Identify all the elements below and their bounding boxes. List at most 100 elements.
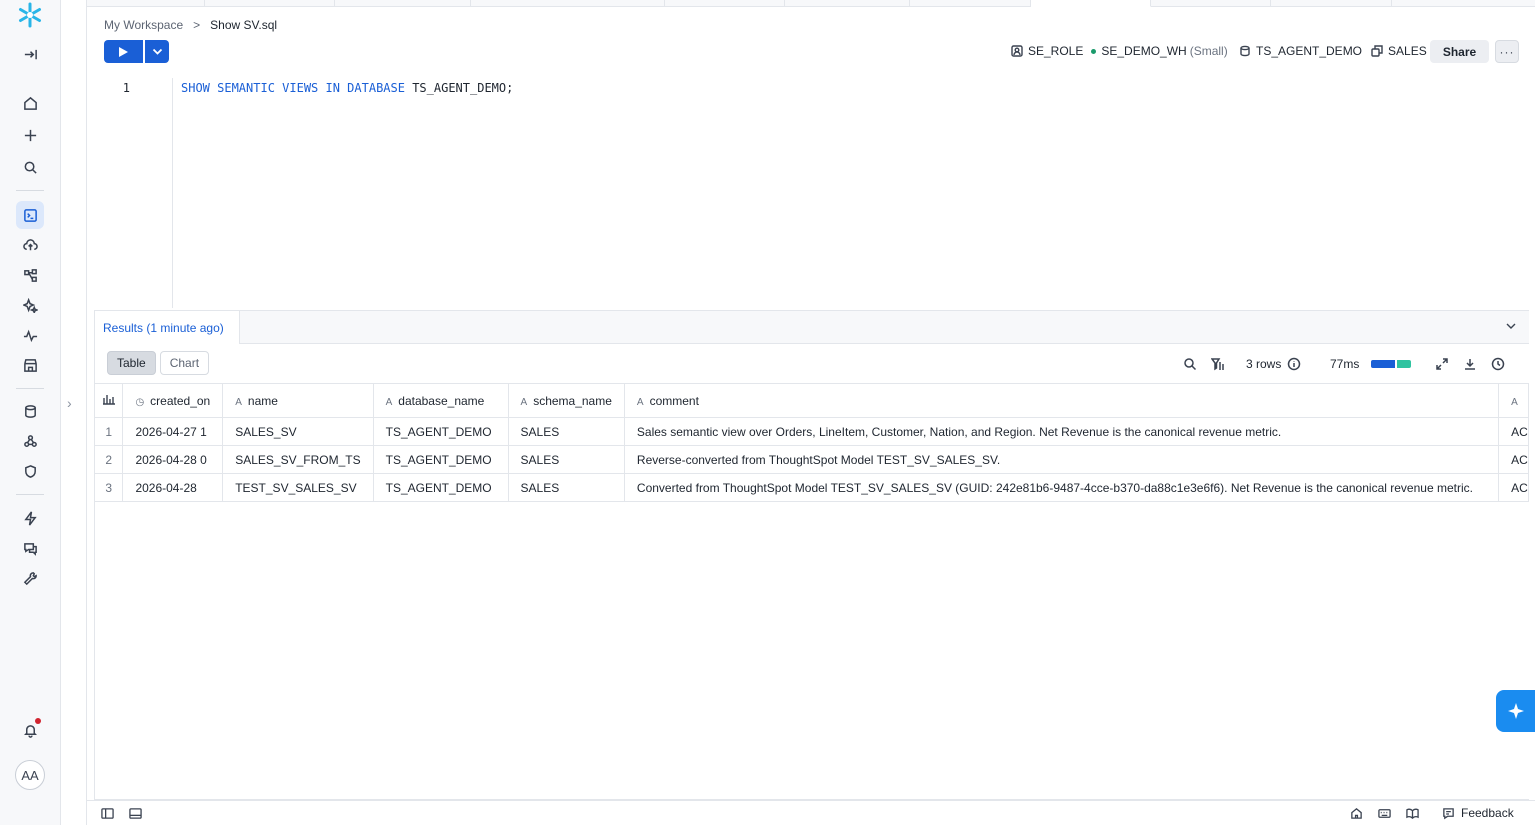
chart-view-button[interactable]: Chart: [159, 351, 210, 375]
admin-tools-icon[interactable]: [16, 564, 44, 592]
row-number: 1: [95, 417, 124, 446]
documentation-book-icon[interactable]: [1406, 807, 1419, 823]
cell-created-on[interactable]: 2026-04-27 1: [122, 417, 224, 446]
database-icon[interactable]: [16, 397, 44, 425]
cell-schema-name[interactable]: SALES: [508, 473, 625, 502]
user-avatar[interactable]: AA: [15, 760, 45, 790]
worksheet-tab[interactable]: [471, 0, 665, 7]
expand-results-icon[interactable]: [1435, 356, 1449, 372]
home-icon[interactable]: [16, 89, 44, 117]
column-header-database-name[interactable]: Adatabase_name: [373, 383, 509, 418]
role-warehouse-selector[interactable]: SE_ROLE SE_DEMO_WH (Small): [1011, 43, 1228, 59]
results-tab-label: Results: [103, 320, 144, 335]
row-count-text: 3 rows: [1246, 357, 1282, 371]
table-view-button[interactable]: Table: [107, 351, 156, 375]
lightning-icon[interactable]: [16, 504, 44, 532]
home-status-icon[interactable]: [1350, 807, 1363, 823]
more-options-button[interactable]: ···: [1495, 40, 1519, 63]
ai-ml-icon[interactable]: [16, 291, 44, 319]
filter-column-icon[interactable]: [1211, 356, 1225, 372]
cell-schema-name[interactable]: SALES: [508, 445, 625, 474]
cell-comment[interactable]: Converted from ThoughtSpot Model TEST_SV…: [624, 473, 1500, 502]
database-schema-selector[interactable]: TS_AGENT_DEMO SALES: [1239, 43, 1427, 59]
worksheet-tab[interactable]: [665, 0, 785, 7]
table-row[interactable]: 3 2026-04-28 TEST_SV_SALES_SV TS_AGENT_D…: [95, 473, 1529, 502]
expand-panel-chevron-icon[interactable]: ›: [67, 395, 72, 411]
worksheet-tab[interactable]: [910, 0, 1031, 7]
worksheets-icon[interactable]: [16, 201, 44, 229]
run-button[interactable]: [104, 40, 143, 63]
timestamp-type-icon: ◷: [135, 396, 145, 408]
data-upload-icon[interactable]: [16, 231, 44, 259]
column-header-label: created_on: [150, 393, 211, 408]
table-header-row: ◷ created_on Aname Adatabase_name Aschema…: [95, 383, 1529, 418]
cell-database-name[interactable]: TS_AGENT_DEMO: [373, 417, 509, 446]
text-type-icon: A: [235, 396, 242, 408]
copilot-button[interactable]: [1496, 690, 1535, 732]
toggle-sidebar-icon[interactable]: [101, 807, 114, 823]
snowflake-logo-icon[interactable]: [17, 2, 43, 28]
breadcrumb: My Workspace > Show SV.sql: [104, 18, 277, 32]
role-name: SE_ROLE: [1028, 44, 1084, 58]
download-icon[interactable]: [1463, 356, 1477, 372]
toggle-results-panel-icon[interactable]: [129, 807, 142, 823]
column-header-created-on[interactable]: ◷ created_on: [122, 383, 224, 418]
query-duration[interactable]: 77ms: [1330, 356, 1412, 372]
results-header: Results (1 minute ago): [95, 311, 1529, 344]
cell-database-name[interactable]: TS_AGENT_DEMO: [373, 473, 509, 502]
share-button[interactable]: Share: [1430, 40, 1489, 63]
column-header-name[interactable]: Aname: [222, 383, 374, 418]
column-header-label: name: [247, 393, 278, 408]
cell-name[interactable]: TEST_SV_SALES_SV: [222, 473, 374, 502]
worksheet-tab[interactable]: [785, 0, 910, 7]
run-options-dropdown[interactable]: [145, 40, 169, 63]
sql-keywords: SHOW SEMANTIC VIEWS IN DATABASE: [181, 81, 405, 95]
breadcrumb-workspace[interactable]: My Workspace: [104, 18, 183, 32]
table-row[interactable]: 2 2026-04-28 0 SALES_SV_FROM_TS TS_AGENT…: [95, 445, 1529, 474]
column-header-schema-name[interactable]: Aschema_name: [508, 383, 625, 418]
worksheet-tab-active[interactable]: [1031, 0, 1151, 7]
cell-next[interactable]: AC: [1498, 417, 1529, 446]
left-nav-rail: AA: [0, 0, 61, 825]
cell-created-on[interactable]: 2026-04-28 0: [122, 445, 224, 474]
cell-comment[interactable]: Sales semantic view over Orders, LineIte…: [624, 417, 1500, 446]
query-history-icon[interactable]: [1491, 356, 1505, 372]
cell-next[interactable]: AC: [1498, 445, 1529, 474]
cell-name[interactable]: SALES_SV_FROM_TS: [222, 445, 374, 474]
sql-identifier: TS_AGENT_DEMO;: [404, 81, 514, 95]
worksheet-tab[interactable]: [87, 0, 205, 7]
breadcrumb-file[interactable]: Show SV.sql: [210, 18, 277, 32]
cell-next[interactable]: AC: [1498, 473, 1529, 502]
column-stats-header[interactable]: [95, 383, 124, 418]
feedback-button[interactable]: Feedback: [1442, 806, 1514, 820]
plus-icon[interactable]: [16, 121, 44, 149]
info-icon[interactable]: [1287, 357, 1301, 371]
worksheet-tab[interactable]: [1151, 0, 1271, 7]
text-type-icon: A: [636, 396, 644, 408]
results-tab[interactable]: Results (1 minute ago): [95, 311, 240, 344]
column-header-next[interactable]: A: [1498, 383, 1529, 418]
table-row[interactable]: 1 2026-04-27 1 SALES_SV TS_AGENT_DEMO SA…: [95, 417, 1529, 446]
column-header-comment[interactable]: Acomment: [624, 383, 1500, 418]
monitoring-icon[interactable]: [16, 321, 44, 349]
expand-nav-icon[interactable]: [16, 40, 44, 68]
marketplace-icon[interactable]: [16, 351, 44, 379]
worksheet-tab[interactable]: [1271, 0, 1392, 7]
help-chat-icon[interactable]: [16, 534, 44, 562]
projects-icon[interactable]: [16, 261, 44, 289]
worksheet-tab[interactable]: [335, 0, 471, 7]
security-shield-icon[interactable]: [16, 457, 44, 485]
cell-database-name[interactable]: TS_AGENT_DEMO: [373, 445, 509, 474]
keyboard-shortcuts-icon[interactable]: [1378, 807, 1391, 823]
governance-icon[interactable]: [16, 427, 44, 455]
search-icon[interactable]: [16, 153, 44, 181]
warehouse-name: SE_DEMO_WH: [1101, 44, 1187, 58]
cell-name[interactable]: SALES_SV: [222, 417, 374, 446]
collapse-results-chevron-icon[interactable]: [1505, 320, 1517, 332]
results-search-icon[interactable]: [1183, 356, 1197, 372]
cell-schema-name[interactable]: SALES: [508, 417, 625, 446]
cell-created-on[interactable]: 2026-04-28: [122, 473, 224, 502]
sql-editor[interactable]: SHOW SEMANTIC VIEWS IN DATABASE TS_AGENT…: [181, 81, 513, 95]
worksheet-tab[interactable]: [205, 0, 335, 7]
cell-comment[interactable]: Reverse-converted from ThoughtSpot Model…: [624, 445, 1500, 474]
